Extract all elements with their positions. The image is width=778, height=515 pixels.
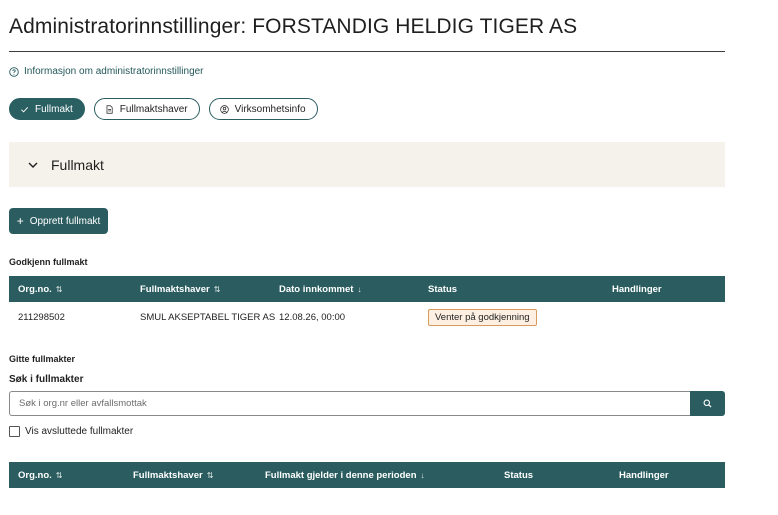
user-circle-icon xyxy=(219,104,229,114)
given-section-title: Gitte fullmakter xyxy=(9,354,76,364)
sort-desc-icon: ↓ xyxy=(420,470,425,480)
col-holder-label: Fullmaktshaver xyxy=(140,283,210,295)
info-link-label: Informasjon om administratorinnstillinge… xyxy=(24,66,204,77)
search-label: Søk i fullmakter xyxy=(9,374,84,385)
tab-chips: Fullmakt Fullmaktshaver Virksomhetsinfo xyxy=(9,98,318,120)
col-actions: Handlinger xyxy=(619,462,669,488)
col-status-label: Status xyxy=(428,283,458,295)
document-icon xyxy=(106,104,113,114)
approve-table-header: Org.no. ⇅ Fullmaktshaver ⇅ Dato innkomme… xyxy=(9,276,725,302)
sort-icon: ⇅ xyxy=(213,284,221,294)
tab-fullmaktshaver-label: Fullmaktshaver xyxy=(119,103,188,115)
tab-fullmaktshaver[interactable]: Fullmaktshaver xyxy=(93,98,200,120)
search-icon xyxy=(703,399,712,408)
check-icon xyxy=(21,106,29,112)
show-ended-toggle[interactable]: Vis avsluttede fullmakter xyxy=(9,426,133,437)
accordion-title: Fullmakt xyxy=(51,156,104,173)
col-period[interactable]: Fullmakt gjelder i denne perioden ↓ xyxy=(265,462,425,488)
row-org-no: 211298502 xyxy=(18,311,65,323)
col-holder[interactable]: Fullmaktshaver ⇅ xyxy=(133,462,213,488)
given-table-header: Org.no. ⇅ Fullmaktshaver ⇅ Fullmakt gjel… xyxy=(9,462,725,488)
search-input[interactable] xyxy=(9,391,690,416)
tab-fullmakt[interactable]: Fullmakt xyxy=(9,98,85,120)
col-status-label: Status xyxy=(504,469,534,481)
chevron-down-icon xyxy=(28,162,38,168)
search-button[interactable] xyxy=(690,391,725,416)
title-divider xyxy=(9,51,725,52)
question-circle-icon xyxy=(9,66,19,77)
col-holder-label: Fullmaktshaver xyxy=(133,469,203,481)
col-actions: Handlinger xyxy=(612,276,662,302)
page-title: Administratorinnstillinger: FORSTANDIG H… xyxy=(9,15,578,38)
col-holder[interactable]: Fullmaktshaver ⇅ xyxy=(140,276,220,302)
col-date-label: Dato innkommet xyxy=(279,283,354,295)
sort-icon: ⇅ xyxy=(55,284,63,294)
col-date[interactable]: Dato innkommet ↓ xyxy=(279,276,361,302)
row-status: Venter på godkjenning xyxy=(428,303,537,331)
approve-section-title: Godkjenn fullmakt xyxy=(9,257,88,267)
table-row: 211298502 SMUL AKSEPTABEL TIGER AS 12.08… xyxy=(9,303,725,331)
row-holder: SMUL AKSEPTABEL TIGER AS xyxy=(140,311,276,323)
sort-icon: ⇅ xyxy=(206,470,214,480)
plus-icon: + xyxy=(16,214,24,228)
tab-virksomhetsinfo-label: Virksomhetsinfo xyxy=(234,103,306,115)
status-badge: Venter på godkjenning xyxy=(428,308,537,326)
col-org-no[interactable]: Org.no. ⇅ xyxy=(18,462,62,488)
tab-fullmakt-label: Fullmakt xyxy=(35,103,73,115)
col-actions-label: Handlinger xyxy=(619,469,669,481)
row-date: 12.08.26, 00:00 xyxy=(279,311,346,323)
col-org-no-label: Org.no. xyxy=(18,469,52,481)
fullmakt-accordion[interactable]: Fullmakt xyxy=(9,142,725,187)
create-fullmakt-button[interactable]: + Opprett fullmakt xyxy=(9,208,108,234)
col-period-label: Fullmakt gjelder i denne perioden xyxy=(265,469,417,481)
create-fullmakt-label: Opprett fullmakt xyxy=(29,215,101,227)
col-status: Status xyxy=(428,276,457,302)
col-status: Status xyxy=(504,462,533,488)
sort-desc-icon: ↓ xyxy=(357,284,362,294)
sort-icon: ⇅ xyxy=(55,470,63,480)
col-org-no[interactable]: Org.no. ⇅ xyxy=(18,276,62,302)
col-actions-label: Handlinger xyxy=(612,283,662,295)
info-link[interactable]: Informasjon om administratorinnstillinge… xyxy=(9,66,204,77)
show-ended-label: Vis avsluttede fullmakter xyxy=(25,426,134,437)
col-org-no-label: Org.no. xyxy=(18,283,52,295)
show-ended-checkbox[interactable] xyxy=(9,426,20,437)
search-bar xyxy=(9,391,725,416)
tab-virksomhetsinfo[interactable]: Virksomhetsinfo xyxy=(208,98,318,120)
